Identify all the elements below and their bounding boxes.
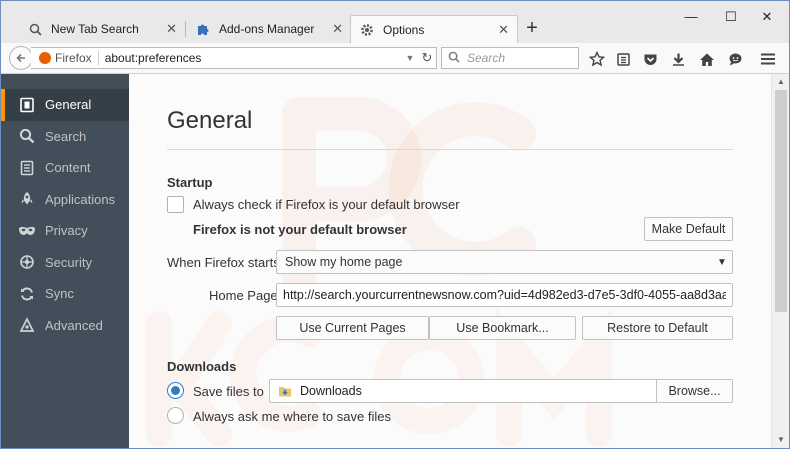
scroll-thumb[interactable]: [775, 90, 787, 312]
sidebar-item-content[interactable]: Content: [1, 152, 129, 184]
sidebar-item-label: Applications: [45, 191, 116, 207]
when-starts-label: When Firefox starts:: [167, 255, 284, 270]
folder-icon: [278, 384, 292, 398]
search-icon: [18, 127, 36, 145]
close-tab-icon[interactable]: ✕: [332, 21, 343, 37]
identity-box[interactable]: Firefox: [31, 51, 92, 65]
browser-window: New Tab Search ✕ Add-ons Manager ✕ Optio…: [0, 0, 790, 449]
back-button[interactable]: [9, 46, 33, 70]
close-tab-icon[interactable]: ✕: [498, 22, 509, 38]
firefox-icon: [39, 52, 51, 64]
privacy-mask-icon: [18, 222, 36, 240]
bookmark-star-icon[interactable]: [588, 50, 606, 68]
search-icon: [448, 51, 460, 66]
make-default-button[interactable]: Make Default: [644, 217, 733, 241]
preferences-content: General Startup Always check if Firefox …: [129, 74, 771, 448]
home-page-label: Home Page:: [209, 288, 282, 303]
sync-icon: [18, 285, 36, 303]
browse-button[interactable]: Browse...: [656, 380, 732, 402]
sidebar-item-label: Advanced: [45, 317, 103, 333]
downloads-icon[interactable]: [669, 50, 687, 68]
tab-options[interactable]: Options ✕: [350, 15, 518, 43]
startup-heading: Startup: [167, 175, 213, 190]
download-folder-name: Downloads: [300, 384, 362, 398]
use-bookmark-button[interactable]: Use Bookmark...: [429, 316, 576, 340]
radio-dot: [171, 386, 180, 395]
sidebar-item-label: Privacy: [45, 223, 88, 239]
close-tab-icon[interactable]: ✕: [166, 21, 177, 37]
tab-new-tab-search[interactable]: New Tab Search ✕: [15, 15, 185, 43]
search-icon: [27, 21, 43, 37]
dropdown-arrow-icon: ▼: [717, 256, 727, 268]
vertical-scrollbar[interactable]: ▲ ▼: [771, 74, 789, 448]
applications-icon: [18, 190, 36, 208]
content-icon: [18, 159, 36, 177]
back-arrow-icon: [16, 53, 25, 63]
tab-label: Add-ons Manager: [219, 22, 315, 36]
download-folder-field[interactable]: Downloads Browse...: [269, 379, 733, 403]
minimize-button[interactable]: —: [681, 9, 701, 24]
chat-icon[interactable]: [726, 50, 744, 68]
search-input[interactable]: [465, 50, 569, 66]
sidebar-item-label: Security: [45, 254, 92, 270]
always-ask-label[interactable]: Always ask me where to save files: [193, 409, 391, 424]
scroll-down-arrow-icon[interactable]: ▼: [772, 432, 789, 448]
preferences-sidebar: General Search Content Applications Priv…: [1, 74, 129, 448]
tab-addons-manager[interactable]: Add-ons Manager ✕: [183, 15, 351, 43]
not-default-browser-text: Firefox is not your default browser: [193, 222, 407, 237]
sidebar-item-general[interactable]: General: [1, 89, 129, 121]
startup-behavior-select[interactable]: Show my home page ▼: [276, 250, 733, 274]
sidebar-item-search[interactable]: Search: [1, 121, 129, 153]
pocket-icon[interactable]: [641, 50, 659, 68]
bookmarks-menu-icon[interactable]: [614, 50, 632, 68]
restore-default-button[interactable]: Restore to Default: [582, 316, 733, 340]
sidebar-item-label: Sync: [45, 286, 74, 302]
new-tab-button[interactable]: +: [522, 18, 542, 39]
startup-behavior-value: Show my home page: [285, 255, 403, 269]
sidebar-item-label: Content: [45, 160, 91, 176]
gear-icon: [359, 22, 375, 38]
url-divider: [97, 51, 99, 65]
sidebar-item-sync[interactable]: Sync: [1, 278, 129, 310]
sidebar-item-security[interactable]: Security: [1, 247, 129, 279]
security-icon: [18, 253, 36, 271]
use-current-pages-button[interactable]: Use Current Pages: [276, 316, 429, 340]
hamburger-menu-icon[interactable]: [759, 50, 777, 68]
search-bar[interactable]: [441, 47, 579, 69]
save-files-label[interactable]: Save files to: [193, 384, 264, 399]
maximize-button[interactable]: ☐: [721, 9, 741, 25]
default-browser-checkbox[interactable]: [167, 196, 184, 213]
scroll-up-arrow-icon[interactable]: ▲: [772, 74, 789, 90]
sidebar-item-advanced[interactable]: Advanced: [1, 310, 129, 342]
always-ask-radio[interactable]: [167, 407, 184, 424]
page-title: General: [167, 107, 253, 134]
close-window-button[interactable]: ✕: [757, 9, 777, 25]
tab-label: Options: [383, 22, 425, 37]
default-browser-checkbox-label[interactable]: Always check if Firefox is your default …: [193, 197, 460, 212]
url-dropdown-icon[interactable]: ▼: [402, 53, 418, 63]
home-page-input[interactable]: [276, 283, 733, 307]
url-text[interactable]: about:preferences: [105, 51, 402, 65]
sidebar-item-label: General: [45, 97, 92, 113]
puzzle-icon: [195, 21, 211, 37]
url-bar[interactable]: Firefox about:preferences ▼ ↻: [31, 47, 437, 69]
general-icon: [18, 96, 36, 114]
home-icon[interactable]: [698, 50, 716, 68]
advanced-icon: [18, 316, 36, 334]
reload-icon[interactable]: ↻: [418, 50, 436, 66]
tab-label: New Tab Search: [51, 22, 139, 36]
save-files-radio[interactable]: [167, 382, 184, 399]
sidebar-item-privacy[interactable]: Privacy: [1, 215, 129, 247]
sidebar-item-applications[interactable]: Applications: [1, 184, 129, 216]
sidebar-item-label: Search: [45, 128, 87, 144]
tab-strip: New Tab Search ✕ Add-ons Manager ✕ Optio…: [1, 1, 789, 43]
identity-label: Firefox: [55, 51, 92, 65]
navigation-toolbar: Firefox about:preferences ▼ ↻: [1, 43, 789, 74]
downloads-heading: Downloads: [167, 359, 237, 374]
title-divider: [167, 149, 733, 150]
